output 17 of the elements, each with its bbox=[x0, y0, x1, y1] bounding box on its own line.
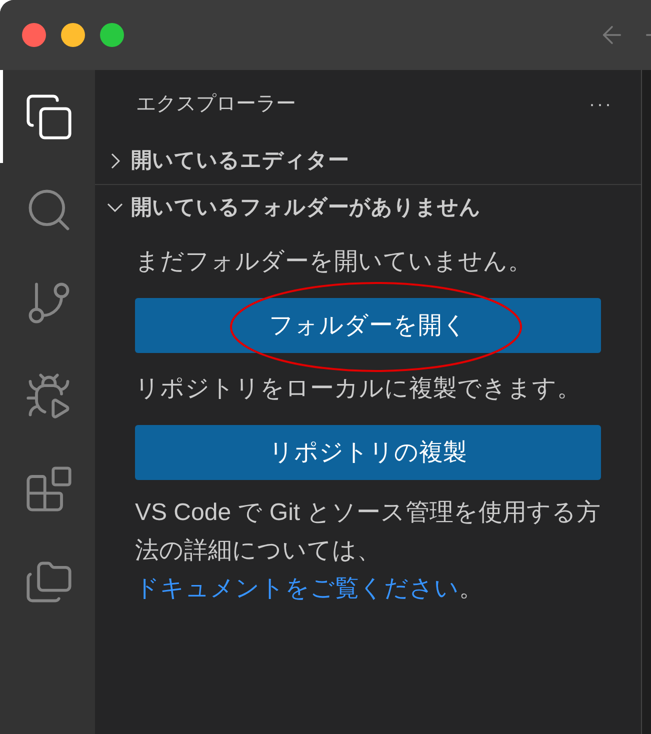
help-text: VS Code で Git とソース管理を使用する方法の詳細については、 ドキュメントをご覧ください。 bbox=[135, 498, 601, 604]
chevron-down-icon bbox=[107, 203, 123, 212]
more-actions[interactable]: ··· bbox=[589, 90, 613, 118]
message-text: まだフォルダーを開いていません。 bbox=[135, 248, 533, 276]
minimize-icon[interactable] bbox=[61, 23, 85, 47]
close-icon[interactable] bbox=[22, 23, 46, 47]
message-text: リポジトリをローカルに複製できます。 bbox=[135, 375, 582, 403]
blocks-icon bbox=[24, 464, 74, 514]
chevron-right-icon bbox=[110, 153, 120, 169]
panel-title: エクスプローラー bbox=[136, 92, 296, 117]
section-header[interactable]: 開いているフォルダーがありません bbox=[95, 184, 641, 230]
section-header[interactable]: 開いているエディター bbox=[95, 138, 641, 184]
action-button[interactable]: フォルダーを開く bbox=[135, 298, 601, 353]
docs-link[interactable]: ドキュメントをご覧ください bbox=[135, 575, 459, 602]
maximize-icon[interactable] bbox=[100, 23, 124, 47]
action-button[interactable]: リポジトリの複製 bbox=[135, 425, 601, 480]
files-icon bbox=[24, 92, 74, 142]
